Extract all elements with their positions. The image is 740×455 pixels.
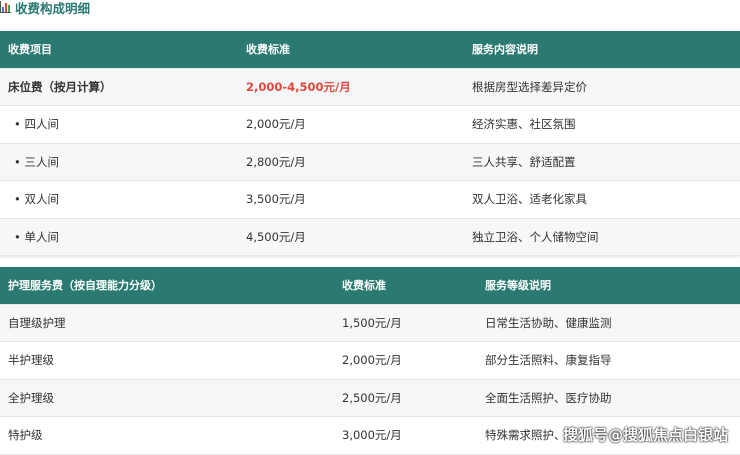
- row-item: 自理级护理: [0, 304, 342, 342]
- header-item: 护理服务费（按自理能力分级）: [0, 267, 342, 305]
- table-row: • 双人间 3,500元/月 双人卫浴、适老化家具: [0, 180, 740, 219]
- row-item: 半护理级: [0, 341, 342, 380]
- row-price: 2,000元/月: [246, 105, 472, 144]
- header-desc: 服务等级说明: [485, 267, 740, 305]
- row-desc: 根据房型选择差异定价: [472, 68, 740, 106]
- table-row: • 单人间 4,500元/月 独立卫浴、个人储物空间: [0, 218, 740, 256]
- row-price: 4,500元/月: [246, 218, 472, 256]
- row-price: 2,800元/月: [246, 143, 472, 181]
- section-title: 收费构成明细: [0, 0, 91, 16]
- row-desc: 双人卫浴、适老化家具: [472, 180, 740, 219]
- row-price: 2,000元/月: [342, 341, 485, 380]
- table-header: 护理服务费（按自理能力分级） 收费标准 服务等级说明: [0, 267, 740, 305]
- row-price: 2,500元/月: [342, 379, 485, 417]
- table-row: 床位费（按月计算） 2,000-4,500元/月 根据房型选择差异定价: [0, 68, 740, 106]
- table-row: • 三人间 2,800元/月 三人共享、舒适配置: [0, 143, 740, 181]
- row-price: 2,000-4,500元/月: [246, 68, 472, 106]
- section-title-text: 收费构成明细: [15, 0, 91, 16]
- row-desc: 独立卫浴、个人储物空间: [472, 218, 740, 256]
- row-item: • 单人间: [0, 218, 246, 256]
- row-desc: 日常生活协助、健康监测: [485, 304, 740, 342]
- table-row: 自理级护理 1,500元/月 日常生活协助、健康监测: [0, 304, 740, 342]
- row-item: 全护理级: [0, 379, 342, 417]
- row-item: 特护级: [0, 416, 342, 455]
- row-desc: 经济实惠、社区氛围: [472, 105, 740, 144]
- header-price: 收费标准: [342, 267, 485, 305]
- row-item: • 四人间: [0, 105, 246, 144]
- header-price: 收费标准: [246, 31, 472, 69]
- table-row: • 四人间 2,000元/月 经济实惠、社区氛围: [0, 105, 740, 144]
- row-desc: 部分生活照料、康复指导: [485, 341, 740, 380]
- bar-chart-icon: [0, 1, 11, 13]
- bed-fee-table: 收费项目 收费标准 服务内容说明 床位费（按月计算） 2,000-4,500元/月…: [0, 31, 740, 256]
- row-desc: 全面生活照护、医疗协助: [485, 379, 740, 417]
- table-row: 半护理级 2,000元/月 部分生活照料、康复指导: [0, 341, 740, 380]
- watermark: 搜狐号@搜狐焦点白银站: [562, 426, 728, 444]
- row-price: 1,500元/月: [342, 304, 485, 342]
- row-price: 3,000元/月: [342, 416, 485, 455]
- row-desc: 三人共享、舒适配置: [472, 143, 740, 181]
- row-item: • 三人间: [0, 143, 246, 181]
- table-header: 收费项目 收费标准 服务内容说明: [0, 31, 740, 69]
- row-price: 3,500元/月: [246, 180, 472, 219]
- header-item: 收费项目: [0, 31, 246, 69]
- table-row: 全护理级 2,500元/月 全面生活照护、医疗协助: [0, 379, 740, 417]
- row-item: • 双人间: [0, 180, 246, 219]
- row-item: 床位费（按月计算）: [0, 68, 246, 106]
- header-desc: 服务内容说明: [472, 31, 740, 69]
